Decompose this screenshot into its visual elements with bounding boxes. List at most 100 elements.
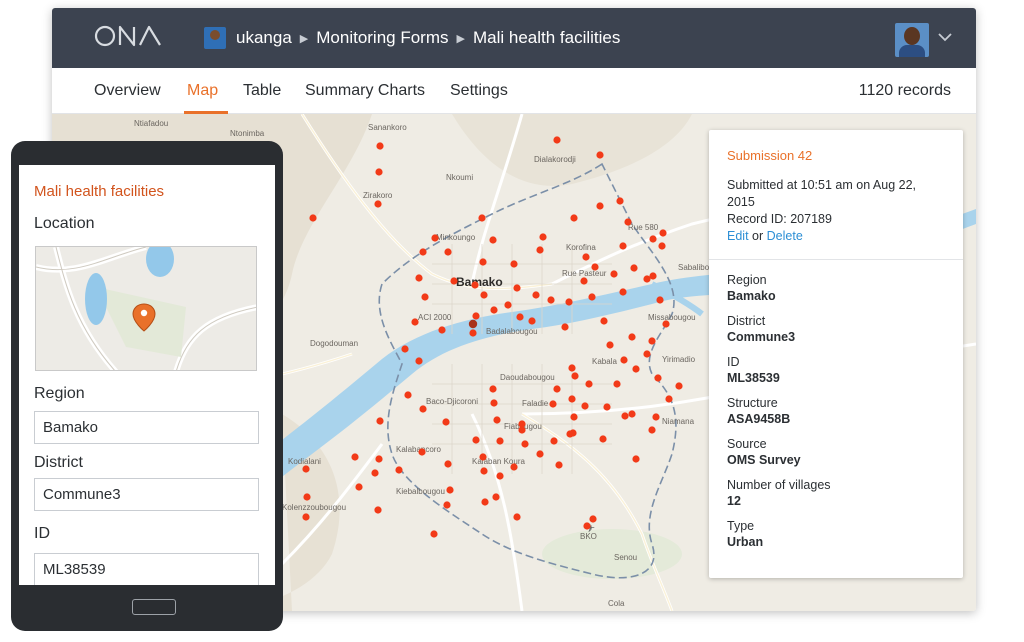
- facility-marker[interactable]: [662, 320, 670, 328]
- facility-marker[interactable]: [536, 246, 544, 254]
- breadcrumb-account[interactable]: ukanga: [236, 28, 292, 48]
- ona-logo[interactable]: [94, 23, 164, 54]
- facility-marker[interactable]: [513, 513, 521, 521]
- facility-marker[interactable]: [570, 214, 578, 222]
- facility-marker[interactable]: [469, 329, 477, 337]
- facility-marker[interactable]: [596, 151, 604, 159]
- facility-marker[interactable]: [628, 410, 636, 418]
- facility-marker[interactable]: [479, 258, 487, 266]
- facility-marker[interactable]: [569, 429, 577, 437]
- facility-marker[interactable]: [555, 461, 563, 469]
- facility-marker[interactable]: [581, 402, 589, 410]
- facility-marker[interactable]: [493, 416, 501, 424]
- facility-marker[interactable]: [446, 486, 454, 494]
- facility-marker[interactable]: [619, 242, 627, 250]
- facility-marker[interactable]: [510, 260, 518, 268]
- id-field[interactable]: ML38539: [34, 553, 259, 585]
- facility-marker[interactable]: [421, 293, 429, 301]
- facility-marker[interactable]: [415, 274, 423, 282]
- tab-overview[interactable]: Overview: [94, 82, 161, 100]
- facility-marker[interactable]: [411, 318, 419, 326]
- location-map[interactable]: [35, 246, 257, 371]
- facility-marker[interactable]: [619, 288, 627, 296]
- facility-marker[interactable]: [591, 263, 599, 271]
- facility-marker[interactable]: [675, 382, 683, 390]
- facility-marker[interactable]: [630, 264, 638, 272]
- facility-marker[interactable]: [371, 469, 379, 477]
- facility-marker[interactable]: [550, 437, 558, 445]
- facility-marker[interactable]: [643, 275, 651, 283]
- tab-map[interactable]: Map: [187, 82, 218, 100]
- delete-link[interactable]: Delete: [767, 229, 803, 243]
- facility-marker[interactable]: [472, 312, 480, 320]
- facility-marker[interactable]: [490, 306, 498, 314]
- facility-marker[interactable]: [490, 399, 498, 407]
- facility-marker[interactable]: [481, 498, 489, 506]
- facility-marker[interactable]: [553, 136, 561, 144]
- tab-summary-charts[interactable]: Summary Charts: [305, 82, 425, 100]
- facility-marker[interactable]: [536, 450, 544, 458]
- facility-marker[interactable]: [419, 405, 427, 413]
- facility-marker[interactable]: [658, 242, 666, 250]
- facility-marker[interactable]: [528, 317, 536, 325]
- facility-marker[interactable]: [375, 168, 383, 176]
- facility-marker[interactable]: [603, 403, 611, 411]
- facility-marker[interactable]: [450, 277, 458, 285]
- facility-marker[interactable]: [643, 350, 651, 358]
- facility-marker[interactable]: [596, 202, 604, 210]
- facility-marker[interactable]: [419, 248, 427, 256]
- edit-link[interactable]: Edit: [727, 229, 749, 243]
- facility-marker[interactable]: [513, 284, 521, 292]
- facility-marker[interactable]: [489, 385, 497, 393]
- facility-marker[interactable]: [589, 515, 597, 523]
- breadcrumb-form[interactable]: Mali health facilities: [473, 28, 620, 48]
- facility-marker[interactable]: [628, 333, 636, 341]
- facility-marker[interactable]: [549, 400, 557, 408]
- facility-marker[interactable]: [516, 313, 524, 321]
- facility-marker[interactable]: [568, 364, 576, 372]
- selected-facility-marker[interactable]: [468, 319, 478, 329]
- facility-marker[interactable]: [492, 493, 500, 501]
- facility-marker[interactable]: [632, 455, 640, 463]
- facility-marker[interactable]: [580, 277, 588, 285]
- facility-marker[interactable]: [582, 253, 590, 261]
- facility-marker[interactable]: [504, 301, 512, 309]
- facility-marker[interactable]: [496, 437, 504, 445]
- facility-marker[interactable]: [375, 455, 383, 463]
- facility-marker[interactable]: [656, 296, 664, 304]
- facility-marker[interactable]: [521, 440, 529, 448]
- facility-marker[interactable]: [621, 412, 629, 420]
- facility-marker[interactable]: [565, 298, 573, 306]
- facility-marker[interactable]: [568, 395, 576, 403]
- facility-marker[interactable]: [395, 466, 403, 474]
- facility-marker[interactable]: [351, 453, 359, 461]
- facility-marker[interactable]: [302, 465, 310, 473]
- facility-marker[interactable]: [654, 374, 662, 382]
- facility-marker[interactable]: [401, 345, 409, 353]
- home-button[interactable]: [132, 599, 176, 615]
- facility-marker[interactable]: [616, 197, 624, 205]
- facility-marker[interactable]: [444, 460, 452, 468]
- facility-marker[interactable]: [418, 448, 426, 456]
- facility-marker[interactable]: [480, 467, 488, 475]
- facility-marker[interactable]: [438, 326, 446, 334]
- facility-marker[interactable]: [648, 426, 656, 434]
- facility-marker[interactable]: [355, 483, 363, 491]
- facility-marker[interactable]: [374, 506, 382, 514]
- facility-marker[interactable]: [553, 385, 561, 393]
- facility-marker[interactable]: [606, 341, 614, 349]
- facility-marker[interactable]: [583, 522, 591, 530]
- facility-marker[interactable]: [404, 391, 412, 399]
- facility-marker[interactable]: [472, 436, 480, 444]
- facility-marker[interactable]: [302, 513, 310, 521]
- facility-marker[interactable]: [570, 413, 578, 421]
- facility-marker[interactable]: [479, 453, 487, 461]
- facility-marker[interactable]: [376, 417, 384, 425]
- facility-marker[interactable]: [444, 248, 452, 256]
- facility-marker[interactable]: [415, 357, 423, 365]
- facility-marker[interactable]: [624, 218, 632, 226]
- facility-marker[interactable]: [374, 200, 382, 208]
- facility-marker[interactable]: [652, 413, 660, 421]
- facility-marker[interactable]: [561, 323, 569, 331]
- facility-marker[interactable]: [659, 229, 667, 237]
